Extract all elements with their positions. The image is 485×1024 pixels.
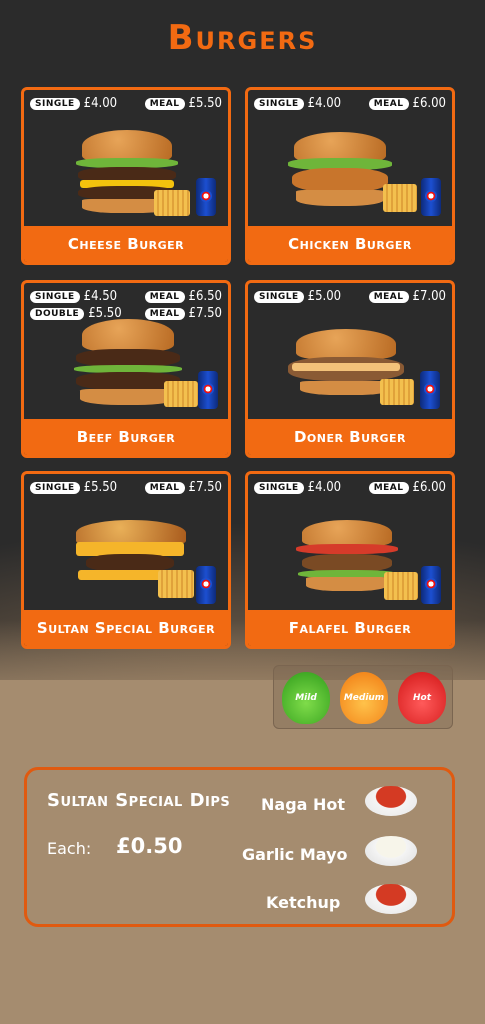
medium-flame-icon: Medium bbox=[340, 672, 388, 724]
price-tag: SINGLE bbox=[30, 481, 80, 494]
card-name: Falafel Burger bbox=[248, 610, 452, 646]
card-name: Chicken Burger bbox=[248, 226, 452, 262]
price-tag: SINGLE bbox=[30, 290, 80, 303]
garlic-mayo-bowl-icon bbox=[365, 836, 417, 866]
burger-photo bbox=[248, 323, 452, 423]
price-amount: £5.50 bbox=[188, 96, 222, 111]
dip-item-garlic-mayo: Garlic Mayo bbox=[242, 845, 348, 864]
burger-photo bbox=[248, 514, 452, 614]
price-amount: £4.50 bbox=[83, 289, 118, 304]
price-tag: MEAL bbox=[144, 290, 185, 303]
price-amount: £6.50 bbox=[188, 289, 222, 304]
price-amount: £4.00 bbox=[83, 96, 118, 111]
burger-photo bbox=[24, 514, 228, 614]
price-amount: £5.50 bbox=[83, 480, 118, 495]
menu-card-doner-burger[interactable]: SINGLE £5.00 MEAL £7.00 Doner Burger bbox=[245, 280, 455, 458]
price-tag: MEAL bbox=[144, 97, 185, 110]
price-tag: SINGLE bbox=[30, 97, 80, 110]
price-amount: £6.00 bbox=[412, 96, 446, 111]
price-tag: SINGLE bbox=[254, 97, 304, 110]
price-tag: MEAL bbox=[144, 307, 185, 320]
hot-flame-icon: Hot bbox=[398, 672, 446, 724]
hot-label: Hot bbox=[412, 693, 432, 703]
price-tag: DOUBLE bbox=[30, 307, 85, 320]
dips-panel: Sultan Special Dips Each: £0.50 Naga Hot… bbox=[24, 767, 455, 927]
price-amount: £6.00 bbox=[412, 480, 446, 495]
dip-item-naga-hot: Naga Hot bbox=[261, 795, 346, 814]
menu-card-sultan-special-burger[interactable]: SINGLE £5.50 MEAL £7.50 Sultan Special Bur… bbox=[21, 471, 231, 649]
mild-label: Mild bbox=[295, 693, 317, 703]
card-name: Doner Burger bbox=[248, 419, 452, 455]
card-name: Sultan Special Burger bbox=[24, 610, 228, 646]
page-title: Burgers bbox=[167, 18, 318, 58]
ketchup-bowl-icon bbox=[365, 884, 417, 914]
price-amount: £4.00 bbox=[307, 480, 342, 495]
burger-photo bbox=[248, 130, 452, 230]
dips-title: Sultan Special Dips bbox=[47, 790, 231, 811]
price-amount: £7.50 bbox=[188, 480, 222, 495]
price-amount: £7.00 bbox=[412, 289, 446, 304]
card-name: Cheese Burger bbox=[24, 226, 228, 262]
naga-hot-bowl-icon bbox=[365, 786, 417, 816]
price-amount: £5.00 bbox=[307, 289, 342, 304]
price-amount: £4.00 bbox=[307, 96, 342, 111]
menu-card-cheese-burger[interactable]: SINGLE £4.00 MEAL £5.50 Cheese Burger bbox=[21, 87, 231, 265]
each-price: £0.50 bbox=[116, 834, 183, 858]
mild-flame-icon: Mild bbox=[282, 672, 330, 724]
each-label: Each: bbox=[47, 839, 92, 858]
medium-label: Medium bbox=[343, 693, 385, 703]
menu-card-falafel-burger[interactable]: SINGLE £4.00 MEAL £6.00 Falafel Burger bbox=[245, 471, 455, 649]
card-name: Beef Burger bbox=[24, 419, 228, 455]
price-tag: MEAL bbox=[368, 97, 409, 110]
price-tag: SINGLE bbox=[254, 290, 304, 303]
price-tag: SINGLE bbox=[254, 481, 304, 494]
burger-photo bbox=[24, 319, 228, 419]
menu-card-chicken-burger[interactable]: SINGLE £4.00 MEAL £6.00 Chicken Burger bbox=[245, 87, 455, 265]
price-tag: MEAL bbox=[144, 481, 185, 494]
price-tag: MEAL bbox=[368, 481, 409, 494]
dip-item-ketchup: Ketchup bbox=[266, 893, 341, 912]
price-tag: MEAL bbox=[368, 290, 409, 303]
burger-photo bbox=[24, 130, 228, 230]
menu-card-beef-burger[interactable]: SINGLE £4.50 MEAL £6.50 DOUBLE £5.50 MEAL £7… bbox=[21, 280, 231, 458]
spice-level-legend: Mild Medium Hot bbox=[273, 665, 453, 729]
